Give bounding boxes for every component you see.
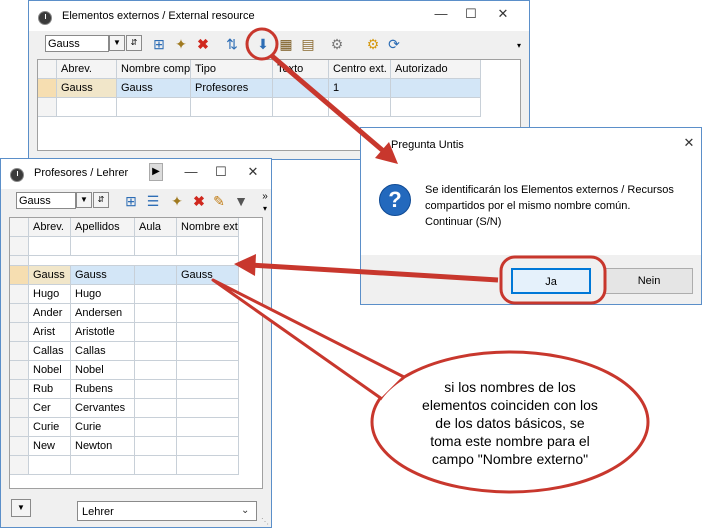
callout-text: si los nombres de los elementos coincide…: [384, 378, 636, 468]
callout-line: de los datos básicos, se: [435, 415, 585, 431]
callout-line: toma este nombre para el: [430, 433, 590, 449]
callout-line: campo "Nombre externo": [431, 451, 589, 467]
callout-line: si los nombres de los: [444, 379, 576, 395]
callout-line: elementos coinciden con los: [422, 397, 598, 413]
